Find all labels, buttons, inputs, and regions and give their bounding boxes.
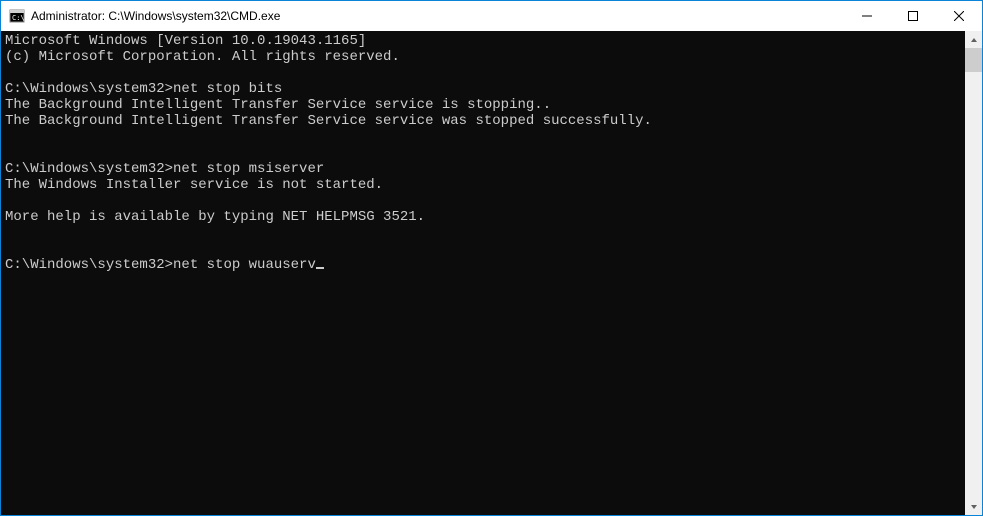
scroll-up-button[interactable] [965,31,982,48]
titlebar[interactable]: C:\ Administrator: C:\Windows\system32\C… [1,1,982,31]
console-line: The Windows Installer service is not sta… [5,177,961,193]
console-line [5,129,961,145]
minimize-button[interactable] [844,1,890,31]
console-line [5,193,961,209]
console-line: More help is available by typing NET HEL… [5,209,961,225]
maximize-button[interactable] [890,1,936,31]
close-button[interactable] [936,1,982,31]
scrollbar-track[interactable] [965,48,982,498]
scrollbar-thumb[interactable] [965,48,982,72]
console-line: Microsoft Windows [Version 10.0.19043.11… [5,33,961,49]
scroll-down-button[interactable] [965,498,982,515]
cmd-window: C:\ Administrator: C:\Windows\system32\C… [0,0,983,516]
text-cursor [316,267,324,269]
console-line [5,225,961,241]
window-title: Administrator: C:\Windows\system32\CMD.e… [31,9,844,23]
console-line: C:\Windows\system32>net stop msiserver [5,161,961,177]
console-line: The Background Intelligent Transfer Serv… [5,113,961,129]
console-area: Microsoft Windows [Version 10.0.19043.11… [1,31,982,515]
console-output[interactable]: Microsoft Windows [Version 10.0.19043.11… [1,31,965,515]
typed-command: net stop wuauserv [173,257,316,273]
console-line [5,241,961,257]
vertical-scrollbar[interactable] [965,31,982,515]
window-controls [844,1,982,31]
current-prompt-line: C:\Windows\system32>net stop wuauserv [5,257,961,273]
console-line [5,145,961,161]
svg-text:C:\: C:\ [12,14,25,22]
console-line: (c) Microsoft Corporation. All rights re… [5,49,961,65]
console-line: C:\Windows\system32>net stop bits [5,81,961,97]
cmd-icon: C:\ [9,8,25,24]
prompt: C:\Windows\system32> [5,257,173,273]
console-line: The Background Intelligent Transfer Serv… [5,97,961,113]
console-line [5,65,961,81]
